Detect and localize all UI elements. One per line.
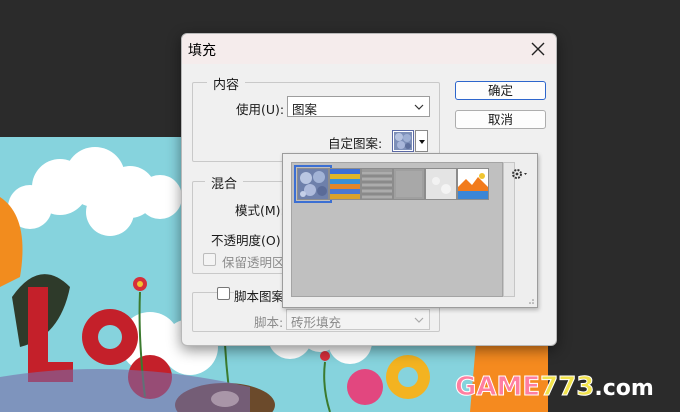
custom-pattern-label: 自定图案:: [328, 136, 383, 151]
watermark-part-game: GAME: [454, 372, 541, 403]
landscape-pattern-icon: [458, 169, 488, 199]
use-select[interactable]: 图案: [287, 96, 430, 117]
bubbles-pattern-icon: [298, 169, 328, 199]
pattern-thumb-light[interactable]: [425, 168, 457, 200]
use-select-value: 图案: [292, 102, 318, 117]
content-group-label: 内容: [207, 74, 246, 93]
light-white-pattern-icon: [426, 169, 456, 199]
preserve-transparency-label: 保留透明区: [222, 255, 285, 270]
script-pattern-checkbox[interactable]: [217, 287, 230, 300]
dialog-titlebar[interactable]: 填充: [182, 34, 556, 64]
preserve-transparency-checkbox[interactable]: [203, 253, 216, 266]
pattern-picker-panel: [282, 153, 538, 308]
pattern-thumb-gray-noise[interactable]: [361, 168, 393, 200]
pattern-thumb-landscape[interactable]: [457, 168, 489, 200]
chevron-down-icon: [414, 104, 424, 110]
ok-button[interactable]: 确定: [455, 81, 546, 100]
pattern-thumb-gray-canvas[interactable]: [393, 168, 425, 200]
mode-label: 模式(M):: [235, 203, 285, 218]
script-label: 脚本:: [254, 315, 284, 330]
script-pattern-label: 脚本图案: [234, 286, 289, 305]
site-watermark: GAME773.com: [454, 372, 654, 403]
pattern-thumb-rainbow[interactable]: [329, 168, 361, 200]
pattern-grid: [291, 162, 503, 297]
gear-icon[interactable]: [510, 166, 530, 182]
pattern-swatch[interactable]: [392, 130, 414, 152]
cancel-button[interactable]: 取消: [455, 110, 546, 129]
gray-canvas-pattern-icon: [394, 169, 424, 199]
gray-noise-pattern-icon: [362, 169, 392, 199]
chevron-down-icon: [414, 317, 424, 323]
dialog-title: 填充: [188, 43, 216, 59]
pattern-picker-dropdown-button[interactable]: [415, 130, 428, 152]
resize-grip-icon[interactable]: [527, 297, 535, 305]
blend-group-label: 混合: [205, 173, 244, 192]
pattern-thumb-bubbles[interactable]: [294, 165, 332, 203]
opacity-label: 不透明度(O):: [211, 233, 285, 248]
use-label: 使用(U):: [236, 102, 285, 117]
rainbow-stripes-pattern-icon: [330, 169, 360, 199]
watermark-part-domain: .com: [594, 376, 654, 401]
pattern-grid-scrollbar[interactable]: [503, 162, 515, 297]
script-select-value: 砖形填充: [291, 315, 342, 330]
bubbles-pattern-icon: [394, 132, 412, 150]
script-select[interactable]: 砖形填充: [286, 309, 430, 330]
close-icon[interactable]: [528, 39, 548, 59]
watermark-part-number: 773: [540, 372, 595, 403]
